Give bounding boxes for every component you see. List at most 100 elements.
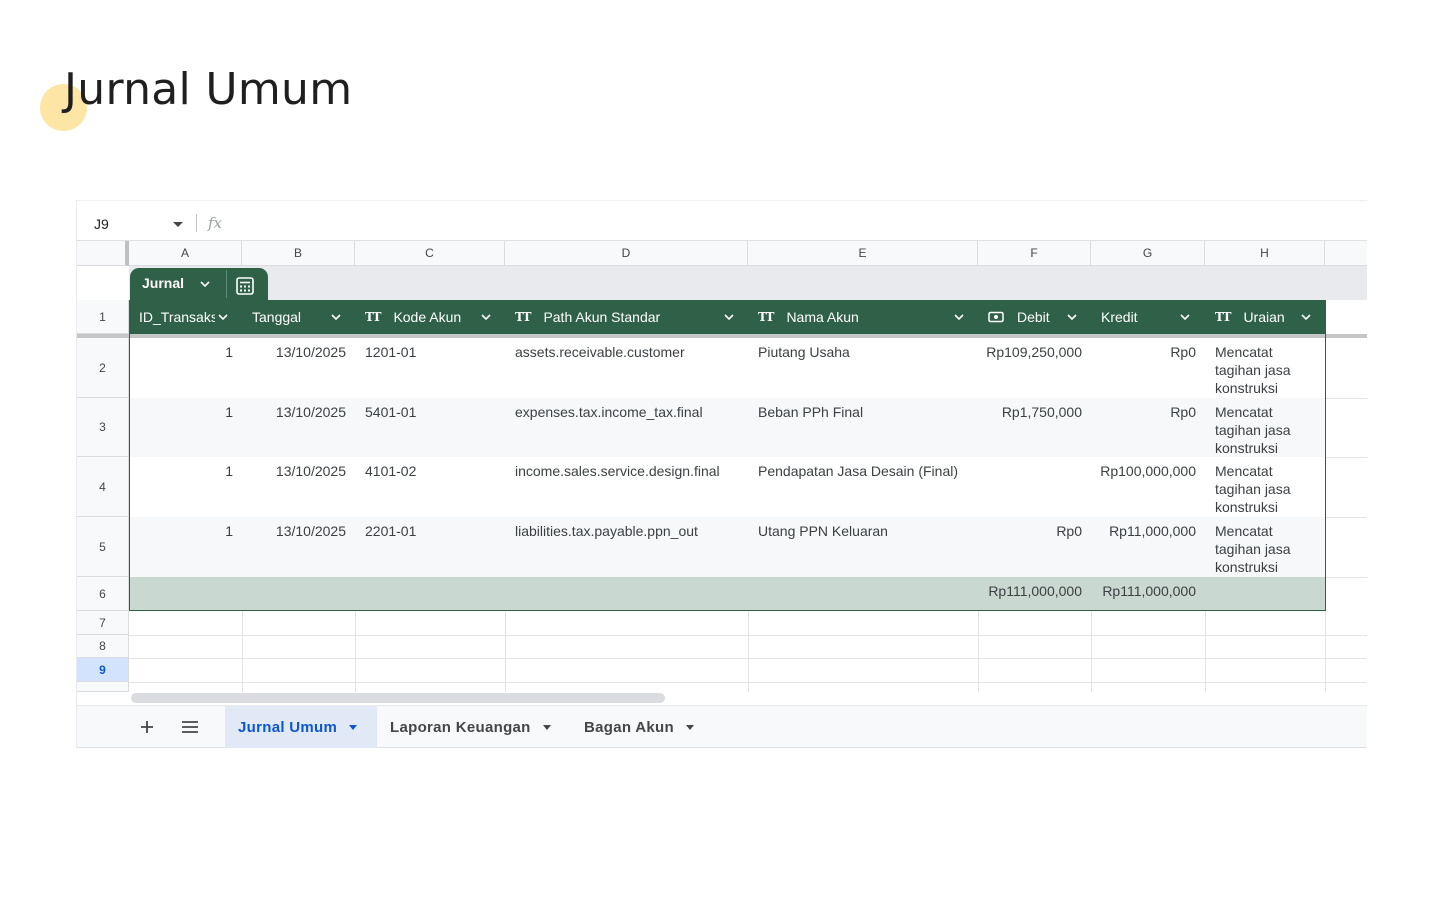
column-header-b[interactable]: B	[242, 241, 355, 266]
cell-tanggal[interactable]: 13/10/2025	[242, 457, 346, 480]
row-header-partial[interactable]	[77, 682, 129, 692]
cell-nama[interactable]: Pendapatan Jasa Desain (Final)	[758, 457, 974, 480]
sheet-tab-dropdown-icon[interactable]	[349, 724, 358, 730]
cell-debit[interactable]: Rp0	[978, 517, 1082, 540]
cell-path[interactable]: liabilities.tax.payable.ppn_out	[515, 517, 744, 540]
column-chevron-down-icon[interactable]	[723, 311, 735, 323]
cell-nama[interactable]: Utang PPN Keluaran	[758, 517, 974, 540]
cell-kode[interactable]: 5401-01	[365, 398, 501, 421]
table-name[interactable]: Jurnal	[142, 275, 184, 291]
row-header-2[interactable]: 2	[77, 338, 129, 398]
cell-debit[interactable]: Rp109,250,000	[978, 338, 1082, 361]
sheet-tab-dropdown-icon[interactable]	[542, 724, 551, 730]
cell-path[interactable]: income.sales.service.design.final	[515, 457, 744, 480]
cell-kredit[interactable]: Rp0	[1091, 398, 1196, 421]
column-chevron-down-icon[interactable]	[217, 311, 229, 323]
sheet-tab-1[interactable]: Jurnal Umum	[225, 706, 377, 748]
table-header-label: Uraian	[1243, 309, 1285, 325]
cell-kode[interactable]: 4101-02	[365, 457, 501, 480]
cell-path[interactable]: expenses.tax.income_tax.final	[515, 398, 744, 421]
text-type-icon: TT	[365, 310, 381, 324]
table-header-6[interactable]: Debit	[988, 300, 1064, 334]
grid-line	[129, 635, 1367, 636]
table-header-2[interactable]: Tanggal	[252, 300, 328, 334]
grid-line	[242, 611, 243, 692]
column-chevron-down-icon[interactable]	[480, 311, 492, 323]
cell-tanggal[interactable]: 13/10/2025	[242, 398, 346, 421]
sheet-tab-dropdown-icon[interactable]	[685, 724, 694, 730]
page-title: Jurnal Umum	[64, 64, 353, 115]
column-header-g[interactable]: G	[1091, 241, 1205, 266]
column-header-f[interactable]: F	[978, 241, 1091, 266]
cell-nama[interactable]: Piutang Usaha	[758, 338, 974, 361]
cell-nama[interactable]: Beban PPh Final	[758, 398, 974, 421]
row-header-5[interactable]: 5	[77, 517, 129, 577]
add-sheet-icon[interactable]	[137, 717, 157, 737]
cell-tanggal[interactable]: 13/10/2025	[242, 338, 346, 361]
table-chevron-down-icon[interactable]	[199, 278, 211, 290]
column-chevron-down-icon[interactable]	[1179, 311, 1191, 323]
cell-uraian[interactable]: Mencatat tagihan jasa konstruksi	[1215, 517, 1321, 576]
name-box[interactable]: J9	[94, 216, 109, 232]
cell-tanggal[interactable]: 13/10/2025	[242, 517, 346, 540]
cell-kredit[interactable]: Rp0	[1091, 338, 1196, 361]
column-chevron-down-icon[interactable]	[330, 311, 342, 323]
cell-uraian[interactable]: Mencatat tagihan jasa konstruksi	[1215, 398, 1321, 457]
column-header-h[interactable]: H	[1205, 241, 1325, 266]
table-header-5[interactable]: TT Nama Akun	[758, 300, 951, 334]
table-header-4[interactable]: TT Path Akun Standar	[515, 300, 721, 334]
row-header-9[interactable]: 9	[77, 658, 129, 682]
select-all-corner[interactable]	[77, 241, 129, 266]
name-box-dropdown-icon[interactable]	[173, 222, 183, 227]
column-header-e[interactable]: E	[748, 241, 978, 266]
cell-debit[interactable]	[978, 457, 1082, 462]
table-header-1[interactable]: ID_Transaksi	[139, 300, 215, 334]
cell-kode[interactable]: 2201-01	[365, 517, 501, 540]
cell-id[interactable]: 1	[129, 338, 233, 361]
table-header-8[interactable]: TT Uraian	[1215, 300, 1298, 334]
row-header-4[interactable]: 4	[77, 457, 129, 517]
column-header-d[interactable]: D	[505, 241, 748, 266]
row-header-6[interactable]: 6	[77, 577, 129, 611]
all-sheets-menu-icon[interactable]	[181, 719, 199, 735]
total-kredit[interactable]: Rp111,000,000	[1091, 582, 1196, 600]
horizontal-scrollbar[interactable]	[131, 693, 665, 703]
grid-line	[505, 611, 506, 692]
grid-line	[1091, 611, 1092, 692]
cell-id[interactable]: 1	[129, 398, 233, 421]
cell-id[interactable]: 1	[129, 517, 233, 540]
table-header-3[interactable]: TT Kode Akun	[365, 300, 478, 334]
column-chevron-down-icon[interactable]	[1066, 311, 1078, 323]
sheet-tab-label: Bagan Akun	[584, 718, 674, 736]
cell-debit[interactable]: Rp1,750,000	[978, 398, 1082, 421]
sheet-tab-2[interactable]: Laporan Keuangan	[377, 706, 563, 748]
table-title-band	[129, 266, 1367, 300]
cell-kredit[interactable]: Rp100,000,000	[1091, 457, 1196, 480]
cell-uraian[interactable]: Mencatat tagihan jasa konstruksi	[1215, 338, 1321, 397]
table-calculator-icon[interactable]	[235, 276, 255, 296]
table-header-label: Tanggal	[252, 309, 302, 325]
sheet-tab-3[interactable]: Bagan Akun	[571, 706, 711, 748]
currency-type-icon	[988, 311, 1004, 323]
cell-path[interactable]: assets.receivable.customer	[515, 338, 744, 361]
chip-divider	[226, 270, 227, 298]
grid-line	[355, 611, 356, 692]
column-header-c[interactable]: C	[355, 241, 505, 266]
text-type-icon: TT	[758, 310, 774, 324]
table-header-7[interactable]: Kredit	[1101, 300, 1177, 334]
sheet-tab-label: Jurnal Umum	[238, 718, 338, 736]
row-header-3[interactable]: 3	[77, 398, 129, 457]
row-header-1[interactable]: 1	[77, 300, 129, 334]
row-header-7[interactable]: 7	[77, 611, 129, 635]
column-header-a[interactable]: A	[129, 241, 242, 266]
column-chevron-down-icon[interactable]	[1300, 311, 1312, 323]
cell-kredit[interactable]: Rp11,000,000	[1091, 517, 1196, 540]
total-debit[interactable]: Rp111,000,000	[978, 582, 1082, 600]
column-header-i[interactable]	[1325, 241, 1367, 266]
row-header-8[interactable]: 8	[77, 635, 129, 658]
cell-kode[interactable]: 1201-01	[365, 338, 501, 361]
column-chevron-down-icon[interactable]	[953, 311, 965, 323]
table-header-label: Nama Akun	[786, 309, 859, 325]
cell-uraian[interactable]: Mencatat tagihan jasa konstruksi	[1215, 457, 1321, 516]
cell-id[interactable]: 1	[129, 457, 233, 480]
